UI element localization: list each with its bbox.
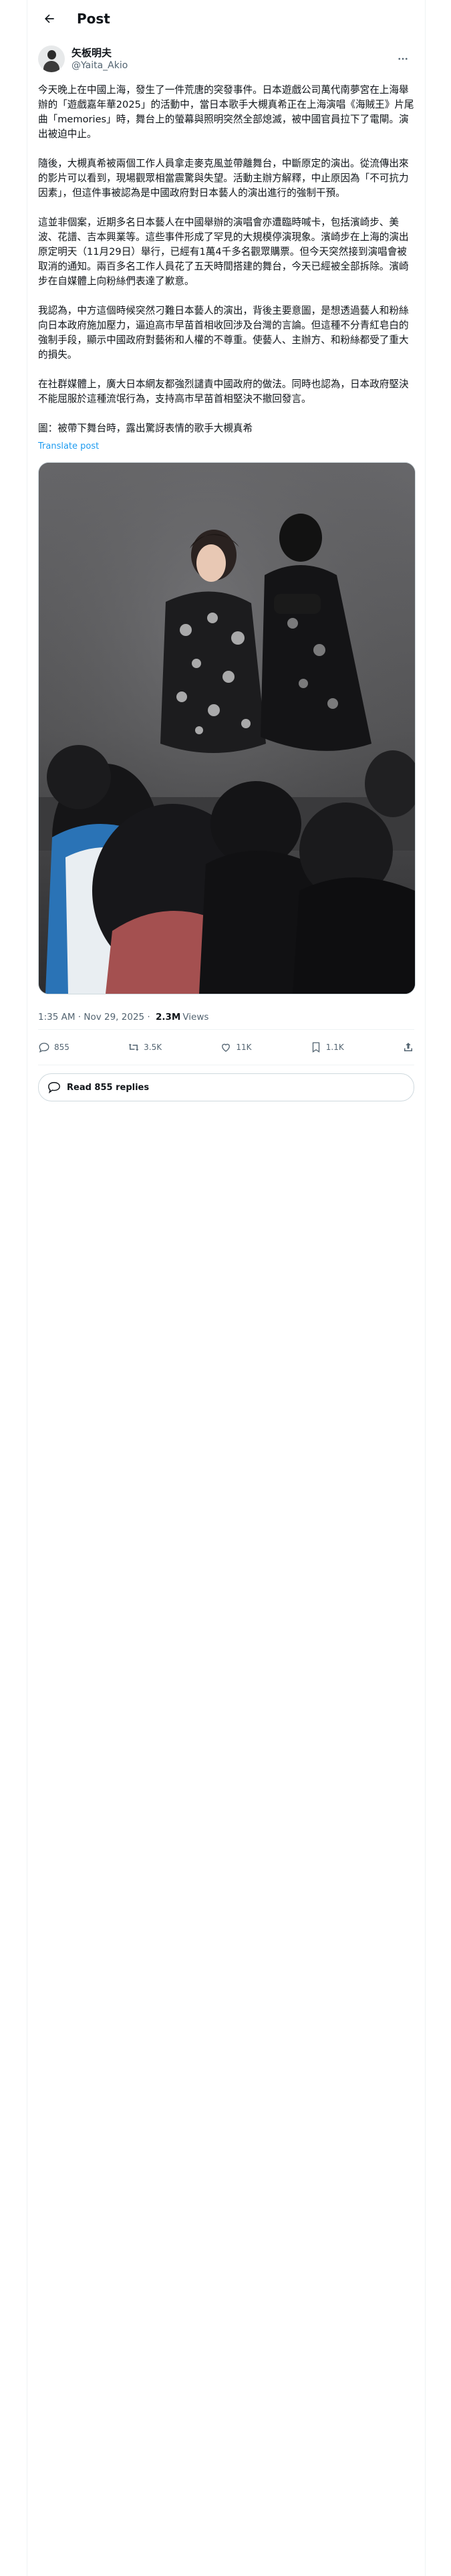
repost-icon [128,1043,139,1051]
speech-bubble-icon [48,1081,60,1094]
display-name[interactable]: 矢板明夫 [71,47,392,60]
post-text: 今天晚上在中國上海，發生了一件荒唐的突發事件。日本遊戲公司萬代南夢宮在上海舉辦的… [27,75,425,462]
bookmark-button[interactable]: 1.1K [310,1041,344,1053]
translate-post-link[interactable]: Translate post [38,441,99,451]
like-count: 11K [236,1043,252,1052]
post-paragraph: 在社群媒體上，廣大日本網友都強烈譴責中國政府的做法。同時也認為，日本政府堅決不能… [38,379,409,405]
bookmark-icon [312,1042,319,1053]
read-replies-button[interactable]: Read 855 replies [38,1073,414,1101]
post-photo[interactable] [38,462,416,994]
author-names: 矢板明夫 @Yaita_Akio [71,47,392,72]
post-paragraph: 隨後，大槻真希被兩個工作人員拿走麥克風並帶離舞台，中斷原定的演出。從流傳出來的影… [38,158,409,199]
repost-count: 3.5K [144,1043,162,1052]
like-icon [222,1043,231,1052]
avatar[interactable] [38,45,65,72]
bookmark-count: 1.1K [325,1043,344,1052]
share-icon [404,1043,412,1051]
read-replies-label: Read 855 replies [67,1082,150,1093]
reply-button[interactable]: 855 [38,1041,69,1053]
like-button[interactable]: 11K [220,1041,252,1053]
photo-image [39,463,415,994]
post-paragraph: 今天晚上在中國上海，發生了一件荒唐的突發事件。日本遊戲公司萬代南夢宮在上海舉辦的… [38,84,414,140]
action-bar: 855 3.5K 11K 1.1K [38,1029,414,1065]
back-button[interactable] [38,7,61,30]
top-bar: Post [27,0,425,37]
user-handle[interactable]: @Yaita_Akio [71,60,392,72]
reply-icon [39,1043,49,1053]
more-button[interactable] [392,47,414,70]
post-paragraph: 這並非個案，近期多名日本藝人在中國舉辦的演唱會亦遭臨時喊卡，包括濱崎步、美波、花… [38,217,409,287]
page-title: Post [77,11,110,27]
repost-button[interactable]: 3.5K [128,1041,162,1053]
post-paragraph: 我認為，中方這個時候突然刁難日本藝人的演出，背後主要意圖，是想透過藝人和粉絲向日… [38,305,409,360]
post-author: 矢板明夫 @Yaita_Akio [27,37,425,75]
more-icon [398,58,408,60]
share-button[interactable] [402,1041,414,1053]
reply-count: 855 [54,1043,69,1052]
post-meta: 1:35 AM · Nov 29, 2025 · 2.3M Views [38,1012,209,1023]
views-count: 2.3M [156,1012,181,1023]
views-label: Views [182,1012,209,1023]
main-column: Post 矢板明夫 @Yaita_Akio 今天晚上在中國上海，發生了一件荒唐的… [27,0,426,2576]
back-arrow-icon [45,14,54,23]
post-paragraph: 圖：被帶下舞台時，露出驚訝表情的歌手大槻真希 [38,423,253,434]
post-timestamp[interactable]: 1:35 AM · Nov 29, 2025 [38,1012,144,1023]
